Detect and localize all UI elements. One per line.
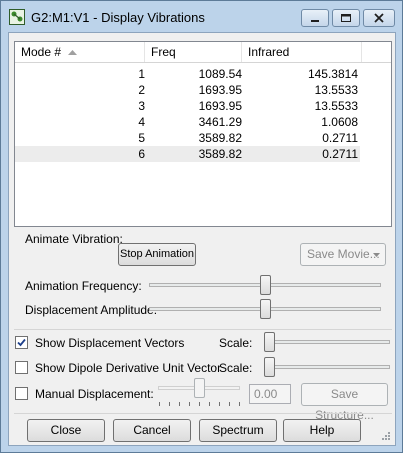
dialog-body: Mode # Freq Infrared 1 1089.54 145.3814 …	[8, 32, 396, 446]
checkmark-icon	[17, 338, 26, 347]
save-movie-label: Save Movie...	[307, 247, 380, 261]
close-button[interactable]: Close	[27, 419, 105, 442]
gaussview-app-icon	[9, 9, 25, 25]
table-row[interactable]: 1 1089.54 145.3814	[15, 66, 360, 82]
show-displacement-vectors-checkbox[interactable]	[15, 336, 28, 349]
manual-displacement-slider[interactable]	[194, 378, 205, 398]
show-dipole-derivative-checkbox[interactable]	[15, 361, 28, 374]
table-row[interactable]: 3 1693.95 13.5533	[15, 98, 360, 114]
cell-freq: 3589.82	[198, 147, 242, 161]
table-row[interactable]: 2 1693.95 13.5533	[15, 82, 360, 98]
cell-mode: 1	[138, 67, 145, 81]
column-header-freq-label: Freq	[151, 45, 176, 59]
manual-displacement-checkbox[interactable]	[15, 387, 28, 400]
spectrum-button[interactable]: Spectrum	[199, 419, 277, 442]
vectors-scale-slider-track	[264, 340, 390, 344]
cell-mode: 3	[138, 99, 145, 113]
window-title: G2:M1:V1 - Display Vibrations	[31, 10, 205, 25]
column-header-mode[interactable]: Mode #	[15, 42, 145, 62]
animation-frequency-slider[interactable]	[259, 275, 271, 295]
cell-infrared: 0.2711	[322, 147, 358, 161]
table-row[interactable]: 5 3589.82 0.2711	[15, 130, 360, 146]
vectors-scale-slider[interactable]	[264, 332, 275, 352]
close-window-button[interactable]	[363, 9, 395, 27]
sort-ascending-icon	[68, 50, 77, 55]
column-header-infrared[interactable]: Infrared	[242, 42, 362, 62]
cell-mode: 5	[138, 131, 145, 145]
cell-mode: 2	[138, 83, 145, 97]
show-displacement-vectors-label: Show Displacement Vectors	[35, 336, 185, 350]
manual-displacement-label: Manual Displacement:	[35, 387, 154, 401]
dipole-scale-label: Scale:	[219, 361, 253, 375]
save-structure-button[interactable]: Save Structure...	[301, 383, 388, 422]
cell-mode: 6	[138, 147, 145, 161]
display-vibrations-window: G2:M1:V1 - Display Vibrations Mode # Fre…	[0, 0, 403, 453]
cell-freq: 1089.54	[198, 67, 242, 81]
cancel-button[interactable]: Cancel	[113, 419, 191, 442]
title-bar[interactable]: G2:M1:V1 - Display Vibrations	[1, 1, 402, 33]
table-header: Mode # Freq Infrared	[15, 42, 391, 63]
cell-infrared: 13.5533	[314, 83, 358, 97]
chevron-down-icon	[373, 253, 380, 257]
column-header-mode-label: Mode #	[21, 45, 62, 59]
resize-grip-icon[interactable]	[381, 431, 391, 441]
stop-animation-button[interactable]: Stop Animation	[118, 243, 196, 266]
cell-infrared: 145.3814	[307, 67, 358, 81]
cell-infrared: 0.2711	[322, 131, 358, 145]
cell-freq: 3589.82	[198, 131, 242, 145]
maximize-button[interactable]	[332, 9, 360, 27]
vibration-modes-table[interactable]: Mode # Freq Infrared 1 1089.54 145.3814 …	[14, 41, 392, 227]
animation-frequency-label: Animation Frequency:	[25, 279, 142, 293]
cell-mode: 4	[138, 115, 145, 129]
show-dipole-derivative-label: Show Dipole Derivative Unit Vector	[35, 361, 222, 375]
vectors-scale-label: Scale:	[219, 336, 253, 350]
table-row-selected[interactable]: 6 3589.82 0.2711	[15, 146, 360, 162]
divider	[14, 329, 392, 330]
cell-freq: 3461.29	[198, 115, 242, 129]
displacement-amplitude-label: Displacement Amplitude:	[25, 303, 158, 317]
cell-infrared: 13.5533	[314, 99, 358, 113]
manual-displacement-value-field[interactable]: 0.00	[249, 384, 291, 404]
column-header-infrared-label: Infrared	[248, 45, 290, 59]
dipole-scale-slider[interactable]	[264, 357, 275, 377]
minimize-button[interactable]	[301, 9, 329, 27]
divider	[14, 413, 392, 414]
cell-freq: 1693.95	[198, 83, 242, 97]
help-button[interactable]: Help	[283, 419, 361, 442]
save-movie-button[interactable]: Save Movie...	[300, 243, 386, 266]
displacement-amplitude-slider[interactable]	[259, 299, 271, 319]
table-row[interactable]: 4 3461.29 1.0608	[15, 114, 360, 130]
animate-vibration-label: Animate Vibration:	[25, 232, 123, 246]
column-header-freq[interactable]: Freq	[145, 42, 242, 62]
cell-freq: 1693.95	[198, 99, 242, 113]
cell-infrared: 1.0608	[321, 115, 358, 129]
dipole-scale-slider-track	[264, 365, 390, 369]
manual-displacement-ticks	[159, 402, 241, 406]
